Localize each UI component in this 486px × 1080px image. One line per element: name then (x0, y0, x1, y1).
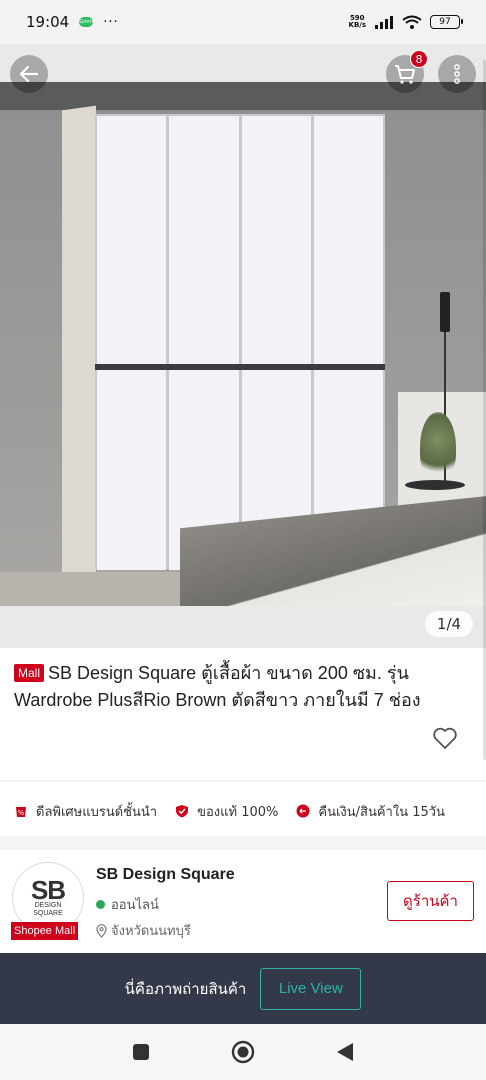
triangle-back-icon (337, 1043, 353, 1061)
cart-button[interactable]: 8 (386, 50, 428, 93)
cart-count-badge: 8 (410, 50, 428, 68)
live-view-button[interactable]: Live View (260, 967, 362, 1010)
signal-icon (375, 16, 393, 29)
shop-logo-mark: SB (30, 875, 66, 905)
heart-icon[interactable] (432, 726, 458, 750)
shop-logo-sub2: SQUARE (33, 910, 63, 917)
shop-card[interactable]: SB DESIGN SQUARE Shopee Mall SB Design S… (0, 850, 486, 950)
shop-online-status: ออนไลน์ (96, 894, 159, 915)
guarantee-deal[interactable]: % ดีลพิเศษแบรนด์ชั้นนำ (14, 801, 157, 822)
status-icons: 590 KB/s 97 (349, 15, 463, 29)
section-gap (0, 836, 486, 850)
more-notifications-indicator: ··· (103, 14, 119, 30)
sale-tag-icon: % (16, 807, 26, 817)
divider (0, 780, 486, 782)
live-view-bar: นี่คือภาพถ่ายสินค้า Live View (0, 953, 486, 1024)
online-dot-icon (96, 900, 105, 909)
product-title-text: SB Design Square ตู้เสื้อผ้า ขนาด 200 ซม… (14, 663, 421, 710)
mall-tag: Mall (14, 664, 45, 682)
guarantee-return[interactable]: คืนเงิน/สินค้าใน 15วัน (296, 801, 445, 822)
more-options-button[interactable] (438, 55, 476, 93)
more-vertical-icon (454, 64, 460, 84)
shop-status-text: ออนไลน์ (111, 898, 159, 913)
guarantee-strip[interactable]: % ดีลพิเศษแบรนด์ชั้นนำ ของแท้ 100% คืนเง… (0, 790, 486, 832)
live-view-text: นี่คือภาพถ่ายสินค้า (124, 979, 247, 998)
guarantee-label: คืนเงิน/สินค้าใน 15วัน (318, 804, 445, 820)
back-button[interactable] (10, 55, 48, 93)
shop-location: จังหวัดนนทบุรี (96, 920, 191, 941)
circle-icon (231, 1040, 255, 1064)
home-button[interactable] (231, 1040, 255, 1064)
image-counter: 1/4 (425, 611, 473, 637)
system-navigation-bar (0, 1024, 486, 1080)
clock: 19:04 (26, 13, 70, 31)
shop-name[interactable]: SB Design Square (96, 866, 235, 884)
return-icon (296, 804, 310, 818)
visit-shop-button[interactable]: ดูร้านค้า (387, 881, 474, 921)
shop-location-text: จังหวัดนนทบุรี (111, 924, 191, 939)
recents-button[interactable] (129, 1040, 153, 1064)
product-photo (0, 82, 486, 606)
square-icon (133, 1044, 149, 1060)
network-speed: 590 KB/s (349, 15, 366, 29)
product-title-section: Mall SB Design Square ตู้เสื้อผ้า ขนาด 20… (0, 648, 486, 780)
arrow-left-icon (19, 65, 39, 83)
app-notification-icon: Gmm (79, 17, 94, 27)
status-bar: 19:04 Gmm ··· 590 KB/s 97 (0, 0, 486, 44)
network-speed-unit: KB/s (348, 21, 366, 29)
shop-logo-sub1: DESIGN (34, 902, 62, 909)
shield-check-icon (176, 805, 189, 818)
product-title: Mall SB Design Square ตู้เสื้อผ้า ขนาด 20… (14, 660, 472, 714)
svg-text:%: % (18, 809, 25, 817)
product-image-carousel[interactable] (0, 44, 486, 648)
wifi-icon (402, 15, 422, 29)
location-pin-icon (96, 923, 107, 938)
guarantee-label: ดีลพิเศษแบรนด์ชั้นนำ (36, 804, 158, 820)
battery-icon: 97 (430, 15, 463, 29)
guarantee-label: ของแท้ 100% (197, 804, 279, 820)
system-back-button[interactable] (333, 1040, 357, 1064)
shopee-mall-badge: Shopee Mall (11, 922, 79, 940)
guarantee-authentic[interactable]: ของแท้ 100% (175, 801, 278, 822)
